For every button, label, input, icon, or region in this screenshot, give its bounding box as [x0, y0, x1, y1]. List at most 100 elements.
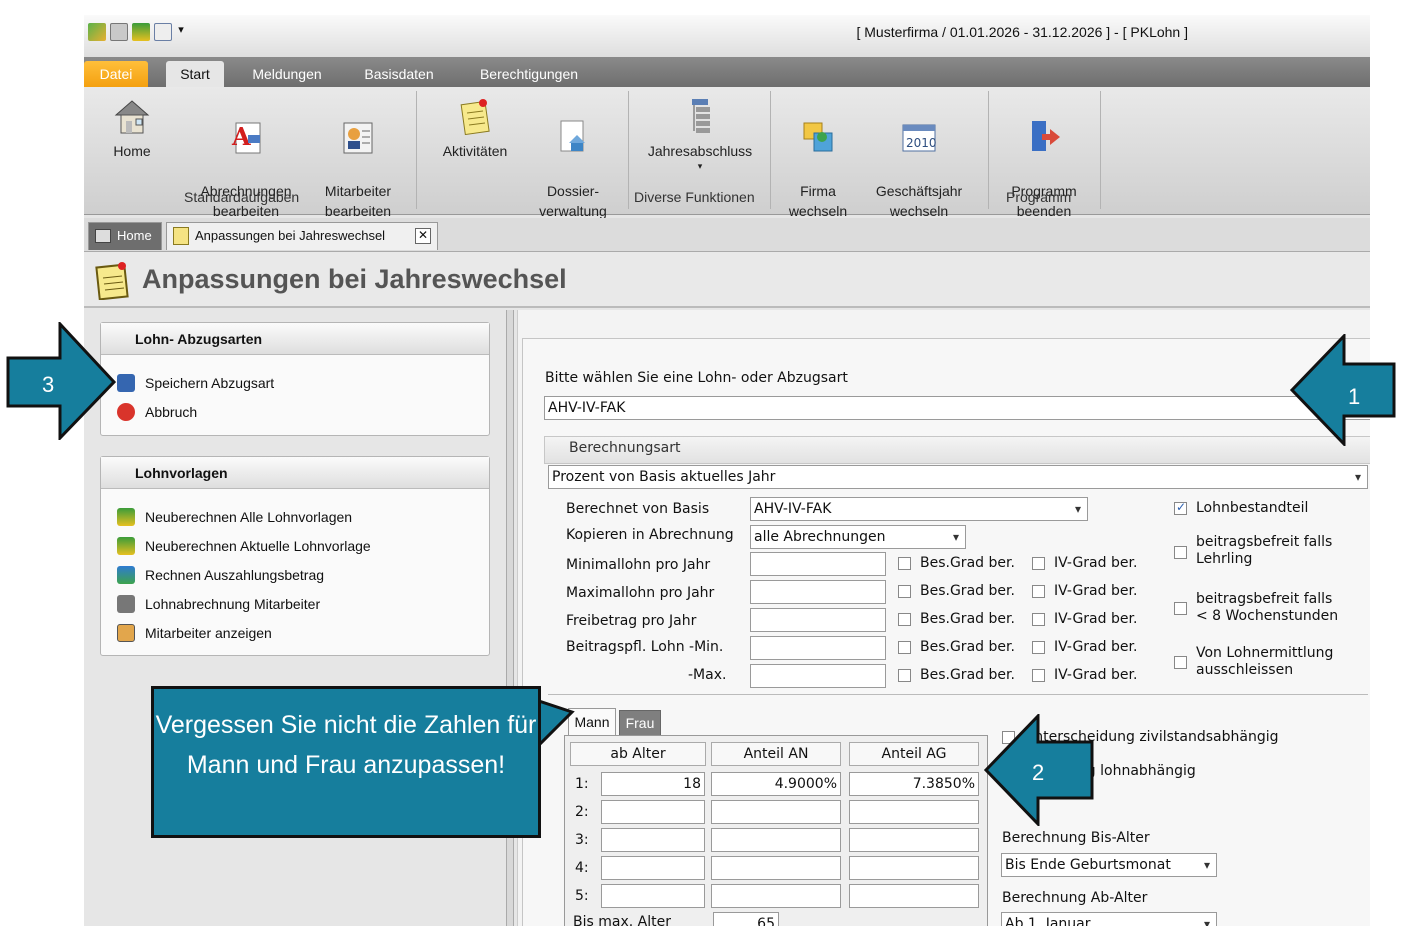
home-icon[interactable]: [110, 23, 128, 41]
calendar-icon[interactable]: [154, 23, 172, 41]
anteil-ag-input[interactable]: 7.3850%: [849, 772, 979, 796]
lohnbestandteil-label: Lohnbestandteil: [1196, 500, 1309, 516]
doctab-anpassungen[interactable]: Anpassungen bei Jahreswechsel ✕: [166, 222, 438, 250]
save-icon: [117, 374, 135, 392]
berechnungsart-select[interactable]: Prozent von Basis aktuelles Jahr: [548, 465, 1368, 489]
befreit-wochen-checkbox[interactable]: [1174, 602, 1187, 615]
show-employee-link[interactable]: Mitarbeiter anzeigen: [117, 624, 272, 642]
iv-grad-checkbox[interactable]: [1032, 613, 1045, 626]
ausschliessen-checkbox[interactable]: [1174, 656, 1187, 669]
recalc-current-link[interactable]: Neuberechnen Aktuelle Lohnvorlage: [117, 537, 371, 555]
jahresabschluss-button[interactable]: Jahresabschluss ▾: [640, 97, 760, 171]
iv-grad-checkbox[interactable]: [1032, 585, 1045, 598]
qat-dropdown-icon[interactable]: ▾: [176, 23, 186, 41]
bis-alter-label: Berechnung Bis-Alter: [1002, 830, 1150, 846]
bes-grad-checkbox[interactable]: [898, 669, 911, 682]
iv-grad-label: IV-Grad ber.: [1054, 555, 1138, 571]
bis-alter-select[interactable]: Bis Ende Geburtsmonat: [1001, 853, 1217, 877]
ribbon: Home A Abrechnungen bearbeiten Mitarbeit…: [84, 87, 1370, 219]
payslip-link[interactable]: Lohnabrechnung Mitarbeiter: [117, 595, 320, 613]
ab-alter-input[interactable]: 18: [601, 772, 705, 796]
anteil-an-input[interactable]: [711, 884, 841, 908]
ab-alter-select[interactable]: Ab 1. Januar: [1001, 912, 1217, 926]
home-button[interactable]: Home: [94, 97, 170, 161]
users-icon[interactable]: [132, 23, 150, 41]
ribbon-separator: [416, 91, 417, 209]
max-lohn-input[interactable]: [750, 580, 886, 604]
beitrag-max-input[interactable]: [750, 664, 886, 688]
abzugsart-select[interactable]: AHV-IV-FAK: [544, 396, 1370, 420]
tab-datei[interactable]: Datei: [84, 61, 148, 87]
bis-max-input[interactable]: 65: [713, 912, 779, 926]
notepad-icon: [95, 262, 129, 300]
ab-alter-input[interactable]: [601, 800, 705, 824]
anteil-ag-input[interactable]: [849, 856, 979, 880]
iv-grad-checkbox[interactable]: [1032, 641, 1045, 654]
bis-max-label: Bis max. Alter: [573, 914, 671, 926]
cancel-link[interactable]: Abbruch: [117, 403, 197, 421]
min-lohn-label: Minimallohn pro Jahr: [566, 557, 711, 573]
callout-pointer: [536, 698, 575, 751]
anteil-ag-input[interactable]: [849, 800, 979, 824]
page-header: Anpassungen bei Jahreswechsel: [84, 252, 1370, 308]
bes-grad-checkbox[interactable]: [898, 613, 911, 626]
switch-company-icon: [800, 117, 836, 155]
doctab-home[interactable]: Home: [88, 222, 162, 250]
group-title: Berechnungsart: [569, 440, 681, 456]
freibetrag-label: Freibetrag pro Jahr: [566, 613, 697, 629]
beitrag-min-input[interactable]: [750, 636, 886, 660]
kopieren-label: Kopieren in Abrechnung: [566, 527, 734, 543]
ab-alter-input[interactable]: [601, 828, 705, 852]
befreit-lehrling-checkbox[interactable]: [1174, 546, 1187, 559]
basis-select[interactable]: AHV-IV-FAK: [750, 497, 1088, 521]
ribbon-separator: [770, 91, 771, 209]
freibetrag-input[interactable]: [750, 608, 886, 632]
befreit-wochen-label: beitragsbefreit falls < 8 Wochenstunden: [1196, 591, 1339, 624]
tab-start[interactable]: Start: [166, 61, 224, 87]
document-tabs: Home Anpassungen bei Jahreswechsel ✕: [84, 218, 1370, 252]
min-lohn-input[interactable]: [750, 552, 886, 576]
bes-grad-checkbox[interactable]: [898, 641, 911, 654]
group-diverse: Diverse Funktionen: [634, 189, 755, 205]
tab-frau[interactable]: Frau: [619, 710, 661, 736]
bes-grad-label: Bes.Grad ber.: [920, 667, 1015, 683]
close-tab-icon[interactable]: ✕: [415, 228, 431, 244]
recalc-all-link[interactable]: Neuberechnen Alle Lohnvorlagen: [117, 508, 352, 526]
age-table: ab Alter Anteil AN Anteil AG 1: 2: 3: 4:…: [564, 735, 988, 926]
row-number: 3:: [575, 832, 589, 848]
row-number: 5:: [575, 888, 589, 904]
col-header-ag: Anteil AG: [849, 742, 979, 766]
group-standardaufgaben: Standardaufgaben: [184, 189, 300, 205]
select-label: Bitte wählen Sie eine Lohn- oder Abzugsa…: [545, 370, 848, 386]
befreit-lehrling-label: beitragsbefreit falls Lehrling: [1196, 534, 1333, 567]
anteil-ag-input[interactable]: [849, 884, 979, 908]
tab-meldungen[interactable]: Meldungen: [240, 61, 334, 87]
tab-berechtigungen[interactable]: Berechtigungen: [468, 61, 590, 87]
anteil-an-input[interactable]: [711, 800, 841, 824]
house-icon: [114, 97, 150, 135]
annotation-number-2: 2: [1032, 760, 1044, 785]
divider: [548, 694, 1368, 695]
ab-alter-label: Berechnung Ab-Alter: [1002, 890, 1148, 906]
lohnbestandteil-checkbox[interactable]: [1174, 500, 1187, 515]
iv-grad-checkbox[interactable]: [1032, 669, 1045, 682]
annotation-arrow-3: 3: [6, 322, 116, 440]
panel-lohnvorlagen: Lohnvorlagen Neuberechnen Alle Lohnvorla…: [100, 456, 490, 656]
ab-alter-input[interactable]: [601, 884, 705, 908]
anteil-an-input[interactable]: [711, 828, 841, 852]
iv-grad-checkbox[interactable]: [1032, 557, 1045, 570]
aktivitaeten-button[interactable]: Aktivitäten: [434, 97, 516, 161]
anteil-ag-input[interactable]: [849, 828, 979, 852]
tab-basisdaten[interactable]: Basisdaten: [354, 61, 444, 87]
row-number: 1:: [575, 776, 589, 792]
bes-grad-checkbox[interactable]: [898, 585, 911, 598]
anteil-an-input[interactable]: [711, 856, 841, 880]
calc-payout-link[interactable]: Rechnen Auszahlungsbetrag: [117, 566, 324, 584]
save-abzugsart-link[interactable]: Speichern Abzugsart: [117, 374, 274, 392]
annotation-arrow-2: 2: [984, 714, 1094, 826]
chart-icon[interactable]: [88, 23, 106, 41]
kopieren-select[interactable]: alle Abrechnungen: [750, 525, 966, 549]
bes-grad-checkbox[interactable]: [898, 557, 911, 570]
ab-alter-input[interactable]: [601, 856, 705, 880]
anteil-an-input[interactable]: 4.9000%: [711, 772, 841, 796]
